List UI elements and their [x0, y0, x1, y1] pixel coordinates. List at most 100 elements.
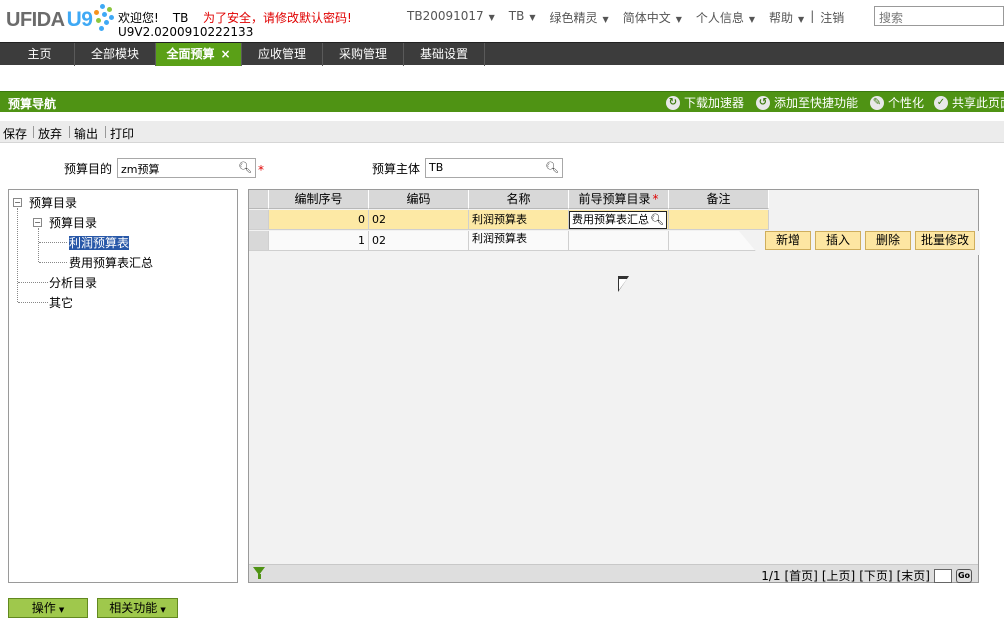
top-menu-user[interactable]: TB ▼ — [509, 9, 536, 26]
search-icon[interactable]: 🔍︎ — [650, 212, 664, 228]
tree-node-profit[interactable]: 利润预算表 — [69, 234, 130, 251]
tree-node-analysis[interactable]: 分析目录 — [49, 274, 97, 291]
export-button[interactable]: 输出 — [74, 125, 98, 142]
tree-line — [18, 302, 48, 303]
column-header[interactable]: 前导预算目录 * — [569, 190, 669, 209]
version-text: U9V2.0200910222133 — [118, 25, 254, 39]
first-page-link[interactable]: [首页] — [785, 567, 818, 584]
logout-link[interactable]: 注销 — [820, 9, 844, 26]
last-page-link[interactable]: [末页] — [897, 567, 930, 584]
save-button[interactable]: 保存 — [3, 125, 27, 142]
page-info: 1/1 — [761, 568, 781, 583]
tab-receivables[interactable]: 应收管理 — [242, 43, 323, 66]
toolbar-divider — [33, 126, 34, 138]
table-cell[interactable]: 利润预算表 — [469, 231, 569, 251]
top-menu-theme[interactable]: 绿色精灵 ▼ — [550, 9, 609, 26]
tree-line — [39, 262, 67, 263]
row-header-corner — [249, 190, 269, 209]
tab-home[interactable]: 主页 — [5, 43, 75, 66]
password-warning[interactable]: 为了安全，请修改默认密码! — [203, 9, 352, 26]
table-cell[interactable]: 费用预算表汇总 🔍︎ — [569, 210, 669, 230]
collapse-icon[interactable]: − — [13, 198, 22, 207]
top-menu: TB20091017 ▼ TB ▼ 绿色精灵 ▼ 简体中文 ▼ 个人信息 ▼ 帮助 ▼ | … — [407, 9, 858, 26]
share-page-link[interactable]: ✓共享此页面 — [934, 94, 1004, 111]
table-cell[interactable]: 02 — [369, 231, 469, 251]
top-menu-help[interactable]: 帮助 ▼ — [769, 9, 804, 26]
filter-icon — [258, 574, 261, 579]
download-icon: ↻ — [666, 95, 680, 110]
page-title: 预算导航 — [8, 97, 57, 111]
table-cell[interactable] — [669, 210, 769, 230]
tree-node-budget[interactable]: 预算目录 — [49, 214, 97, 231]
next-page-link[interactable]: [下页] — [859, 567, 892, 584]
previous-catalog-input[interactable]: 费用预算表汇总 🔍︎ — [569, 211, 667, 229]
tree-node-other[interactable]: 其它 — [49, 294, 73, 311]
personalize-icon: ✎ — [870, 95, 884, 110]
shortcut-icon: ↺ — [756, 95, 770, 110]
subject-label: 预算主体 — [372, 162, 421, 176]
mouse-cursor-icon — [619, 279, 627, 290]
top-menu-org[interactable]: TB20091017 ▼ — [407, 9, 495, 26]
add-shortcut-link[interactable]: ↺ 添加至快捷功能 — [756, 94, 858, 111]
tree-node-expense[interactable]: 费用预算表汇总 — [69, 254, 153, 271]
top-menu-language[interactable]: 简体中文 ▼ — [623, 9, 682, 26]
tree-line — [38, 228, 39, 262]
tree-line — [39, 242, 67, 243]
related-functions-button[interactable]: 相关功能 ▼ — [97, 598, 178, 618]
column-header[interactable]: 备注 — [669, 190, 769, 209]
tree-line — [17, 208, 18, 302]
tab-purchasing[interactable]: 采购管理 — [323, 43, 404, 66]
tree-node-root[interactable]: 预算目录 — [29, 194, 77, 211]
toolbar-divider — [105, 126, 106, 138]
table-cell[interactable]: 0 — [269, 210, 369, 230]
table-cell[interactable] — [569, 231, 669, 251]
add-row-button[interactable]: 新增 — [765, 231, 811, 250]
purpose-label: 预算目的 — [64, 162, 113, 176]
download-accelerator-link[interactable]: ↻ 下载加速器 — [666, 94, 744, 111]
grid-footer: 1/1 [首页] [上页] [下页] [末页] Go — [249, 564, 978, 584]
table-cell[interactable]: 02 — [369, 210, 469, 230]
table-cell[interactable]: 利润预算表 — [469, 210, 569, 230]
page-number-input[interactable] — [934, 568, 952, 583]
page-header-bar: 预算导航 ↻下载加速器 ↺添加至快捷功能 ✎个性化 ✓共享此页面 — [0, 91, 1004, 112]
main-nav: 主页 全部模块 全面预算 × 应收管理 采购管理 基础设置 — [0, 42, 1004, 66]
row-selector[interactable] — [249, 210, 269, 230]
user-name: TB — [172, 11, 189, 25]
action-toolbar: 保存 放弃 输出 打印 — [0, 121, 1004, 143]
search-input[interactable]: 搜索 — [874, 6, 1004, 26]
logo: UFIDAU9 — [6, 8, 93, 31]
close-icon[interactable]: × — [220, 47, 230, 61]
tree-line — [18, 282, 48, 283]
tab-budget[interactable]: 全面预算 × — [156, 43, 242, 66]
chevron-down-icon: ▼ — [58, 606, 65, 614]
print-button[interactable]: 打印 — [110, 125, 134, 142]
column-header[interactable]: 编制序号 — [269, 190, 369, 209]
go-button[interactable]: Go — [956, 568, 972, 583]
collapse-icon[interactable]: − — [33, 218, 42, 227]
prev-page-link[interactable]: [上页] — [822, 567, 855, 584]
delete-row-button[interactable]: 删除 — [865, 231, 911, 250]
discard-button[interactable]: 放弃 — [38, 125, 62, 142]
purpose-field[interactable]: zm预算 🔍︎ — [117, 158, 256, 178]
insert-row-button[interactable]: 插入 — [815, 231, 861, 250]
toolbar-divider — [69, 126, 70, 138]
required-mark: * — [258, 163, 264, 177]
pager: 1/1 [首页] [上页] [下页] [末页] Go — [757, 567, 972, 584]
column-header[interactable]: 编码 — [369, 190, 469, 209]
search-icon[interactable]: 🔍︎ — [545, 161, 559, 174]
tab-basic-settings[interactable]: 基础设置 — [404, 43, 485, 66]
batch-edit-button[interactable]: 批量修改 — [915, 231, 975, 250]
row-selector[interactable] — [249, 231, 269, 251]
welcome-text: 欢迎您! TB — [118, 11, 189, 25]
top-menu-profile[interactable]: 个人信息 ▼ — [696, 9, 755, 26]
operate-button[interactable]: 操作 ▼ — [8, 598, 88, 618]
catalog-tree: − 预算目录 − 预算目录 利润预算表 费用预算表汇总 分析目录 其它 — [8, 189, 238, 583]
subject-field[interactable]: TB 🔍︎ — [425, 158, 563, 178]
column-header[interactable]: 名称 — [469, 190, 569, 209]
search-icon[interactable]: 🔍︎ — [238, 161, 252, 174]
menu-separator: | — [810, 9, 815, 23]
personalize-link[interactable]: ✎ 个性化 — [870, 94, 924, 111]
row-buttons-tab — [739, 231, 759, 255]
tab-all-modules[interactable]: 全部模块 — [75, 43, 156, 66]
table-cell[interactable]: 1 — [269, 231, 369, 251]
